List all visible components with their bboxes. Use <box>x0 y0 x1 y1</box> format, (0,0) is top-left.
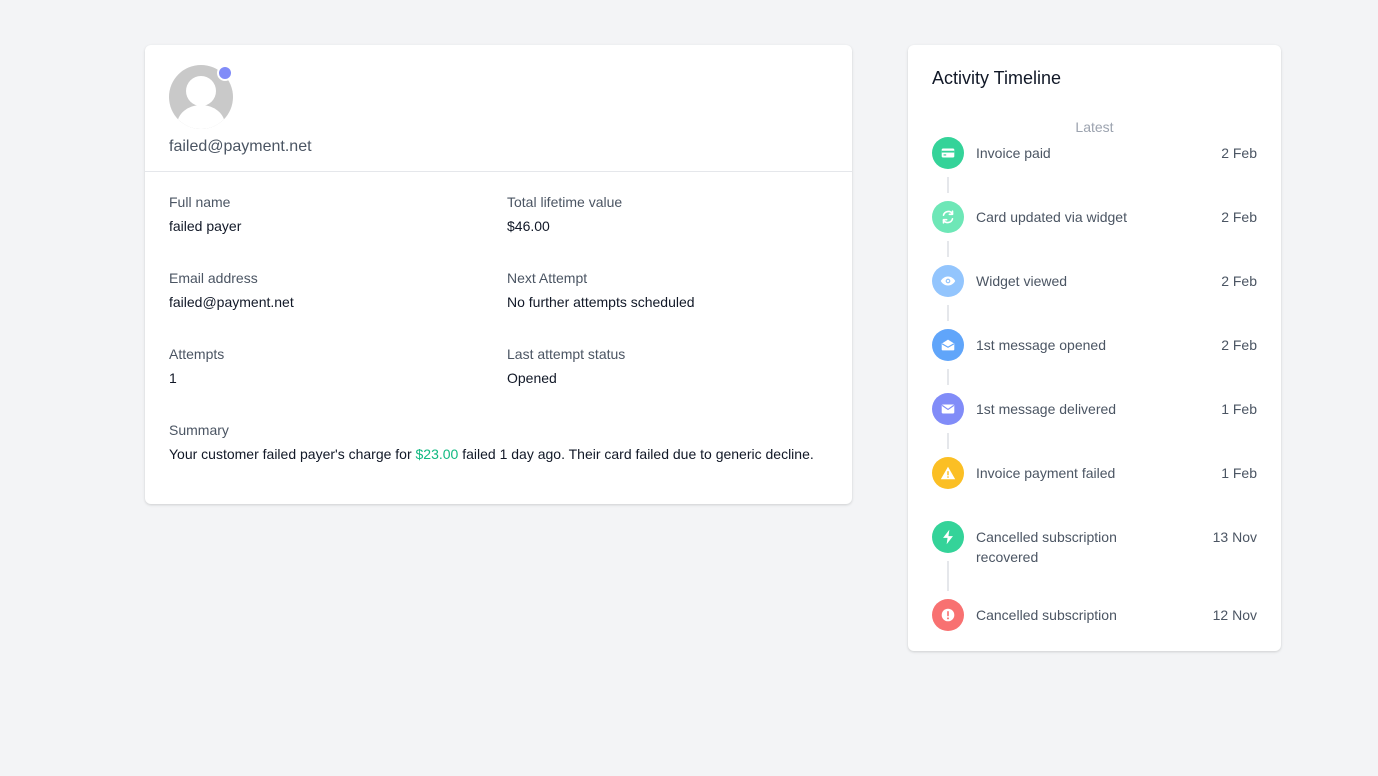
field-value: 1 <box>169 370 177 386</box>
mail-open-icon <box>932 329 964 361</box>
summary-label: Summary <box>169 422 229 438</box>
timeline-item-label: Card updated via widget <box>976 209 1127 225</box>
summary-suffix: failed 1 day ago. Their card failed due … <box>458 446 814 462</box>
timeline-connector <box>947 369 949 385</box>
timeline-item-label: Widget viewed <box>976 273 1068 289</box>
timeline-item-date: 2 Feb <box>1221 209 1257 225</box>
customer-card: failed@payment.net Full name failed paye… <box>145 45 852 504</box>
field-value: $46.00 <box>507 218 550 234</box>
field-full-name: Full name failed payer <box>169 192 241 236</box>
lightning-icon <box>932 521 964 553</box>
timeline-item-date: 2 Feb <box>1221 337 1257 353</box>
timeline-connector <box>947 177 949 193</box>
status-dot <box>217 65 233 81</box>
field-value: Opened <box>507 370 557 386</box>
field-label: Last attempt status <box>507 346 626 362</box>
field-label: Next Attempt <box>507 270 588 286</box>
timeline-item-date: 1 Feb <box>1221 465 1257 481</box>
customer-header: failed@payment.net <box>145 45 852 172</box>
timeline-item-label: 1st message opened <box>976 337 1106 353</box>
eye-icon <box>932 265 964 297</box>
field-label: Attempts <box>169 346 225 362</box>
field-value: failed@payment.net <box>169 294 294 310</box>
credit-card-icon <box>932 137 964 169</box>
timeline-item-label: Cancelled subscription recovered <box>976 529 1117 565</box>
field-label: Email address <box>169 270 258 286</box>
exclamation-icon <box>932 599 964 631</box>
timeline-title: Activity Timeline <box>932 68 1062 88</box>
warning-icon <box>932 457 964 489</box>
field-email: Email address failed@payment.net <box>169 268 294 312</box>
timeline-item-date: 12 Nov <box>1212 607 1257 623</box>
timeline-item-label: Cancelled subscription <box>976 607 1117 623</box>
timeline-connector <box>947 305 949 321</box>
timeline-latest-label: Latest <box>1075 119 1114 135</box>
timeline-connector <box>947 561 949 591</box>
activity-timeline-card: Activity Timeline Latest Invoice paid 2 F… <box>908 45 1281 651</box>
field-label: Total lifetime value <box>507 194 623 210</box>
timeline-item-label: Invoice payment failed <box>976 465 1116 481</box>
field-last-status: Last attempt status Opened <box>507 344 625 388</box>
timeline-connector <box>947 241 949 257</box>
field-value: No further attempts scheduled <box>507 294 695 310</box>
field-label: Full name <box>169 194 231 210</box>
field-value: failed payer <box>169 218 242 234</box>
timeline-item-date: 2 Feb <box>1221 273 1257 289</box>
summary: Summary Your customer failed payer's cha… <box>169 420 819 464</box>
field-attempts: Attempts 1 <box>169 344 224 388</box>
refresh-icon <box>932 201 964 233</box>
field-lifetime-value: Total lifetime value $46.00 <box>507 192 622 236</box>
timeline-item-date: 2 Feb <box>1221 145 1257 161</box>
summary-text: Your customer failed payer's charge for … <box>169 444 819 464</box>
timeline-connector <box>947 433 949 449</box>
summary-amount: $23.00 <box>415 446 459 462</box>
customer-email-header: failed@payment.net <box>169 138 312 155</box>
field-next-attempt: Next Attempt No further attempts schedul… <box>507 268 695 312</box>
summary-prefix: Your customer failed payer's charge for <box>169 446 416 462</box>
timeline-item-date: 1 Feb <box>1221 401 1257 417</box>
mail-icon <box>932 393 964 425</box>
timeline-item-date: 13 Nov <box>1212 529 1257 545</box>
timeline-item-label: 1st message delivered <box>976 401 1117 417</box>
timeline-item-label: Invoice paid <box>976 145 1051 161</box>
